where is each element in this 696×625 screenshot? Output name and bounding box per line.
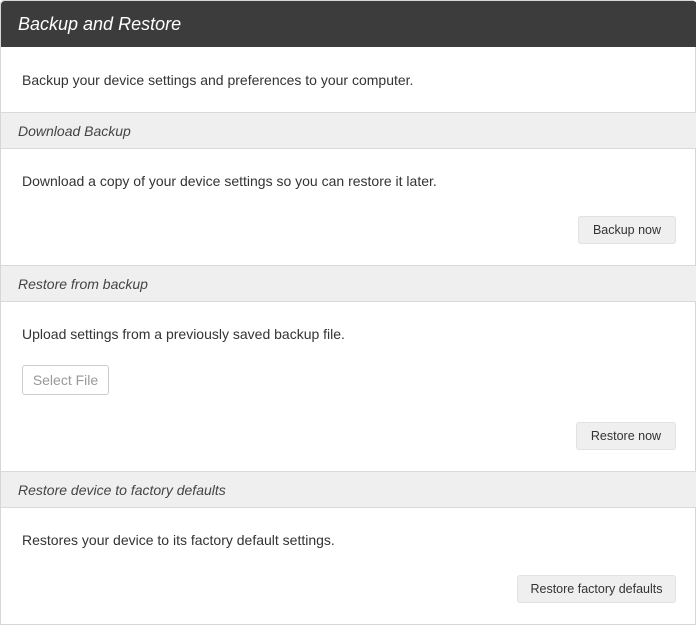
- restore-now-button[interactable]: Restore now: [576, 422, 676, 450]
- select-file-button[interactable]: Select File: [22, 365, 109, 395]
- page-title: Backup and Restore: [1, 1, 696, 47]
- factory-defaults-description: Restores your device to its factory defa…: [22, 532, 335, 548]
- section-header-factory-defaults: Restore device to factory defaults: [1, 471, 696, 508]
- backup-restore-panel: Backup and Restore Backup your device se…: [0, 0, 696, 625]
- backup-now-button[interactable]: Backup now: [578, 216, 676, 244]
- download-backup-description: Download a copy of your device settings …: [22, 173, 437, 189]
- section-header-restore-from-backup: Restore from backup: [1, 265, 696, 302]
- section-header-download-backup: Download Backup: [1, 112, 696, 149]
- restore-backup-description: Upload settings from a previously saved …: [22, 326, 345, 342]
- intro-text: Backup your device settings and preferen…: [22, 72, 414, 88]
- restore-factory-defaults-button[interactable]: Restore factory defaults: [517, 575, 676, 603]
